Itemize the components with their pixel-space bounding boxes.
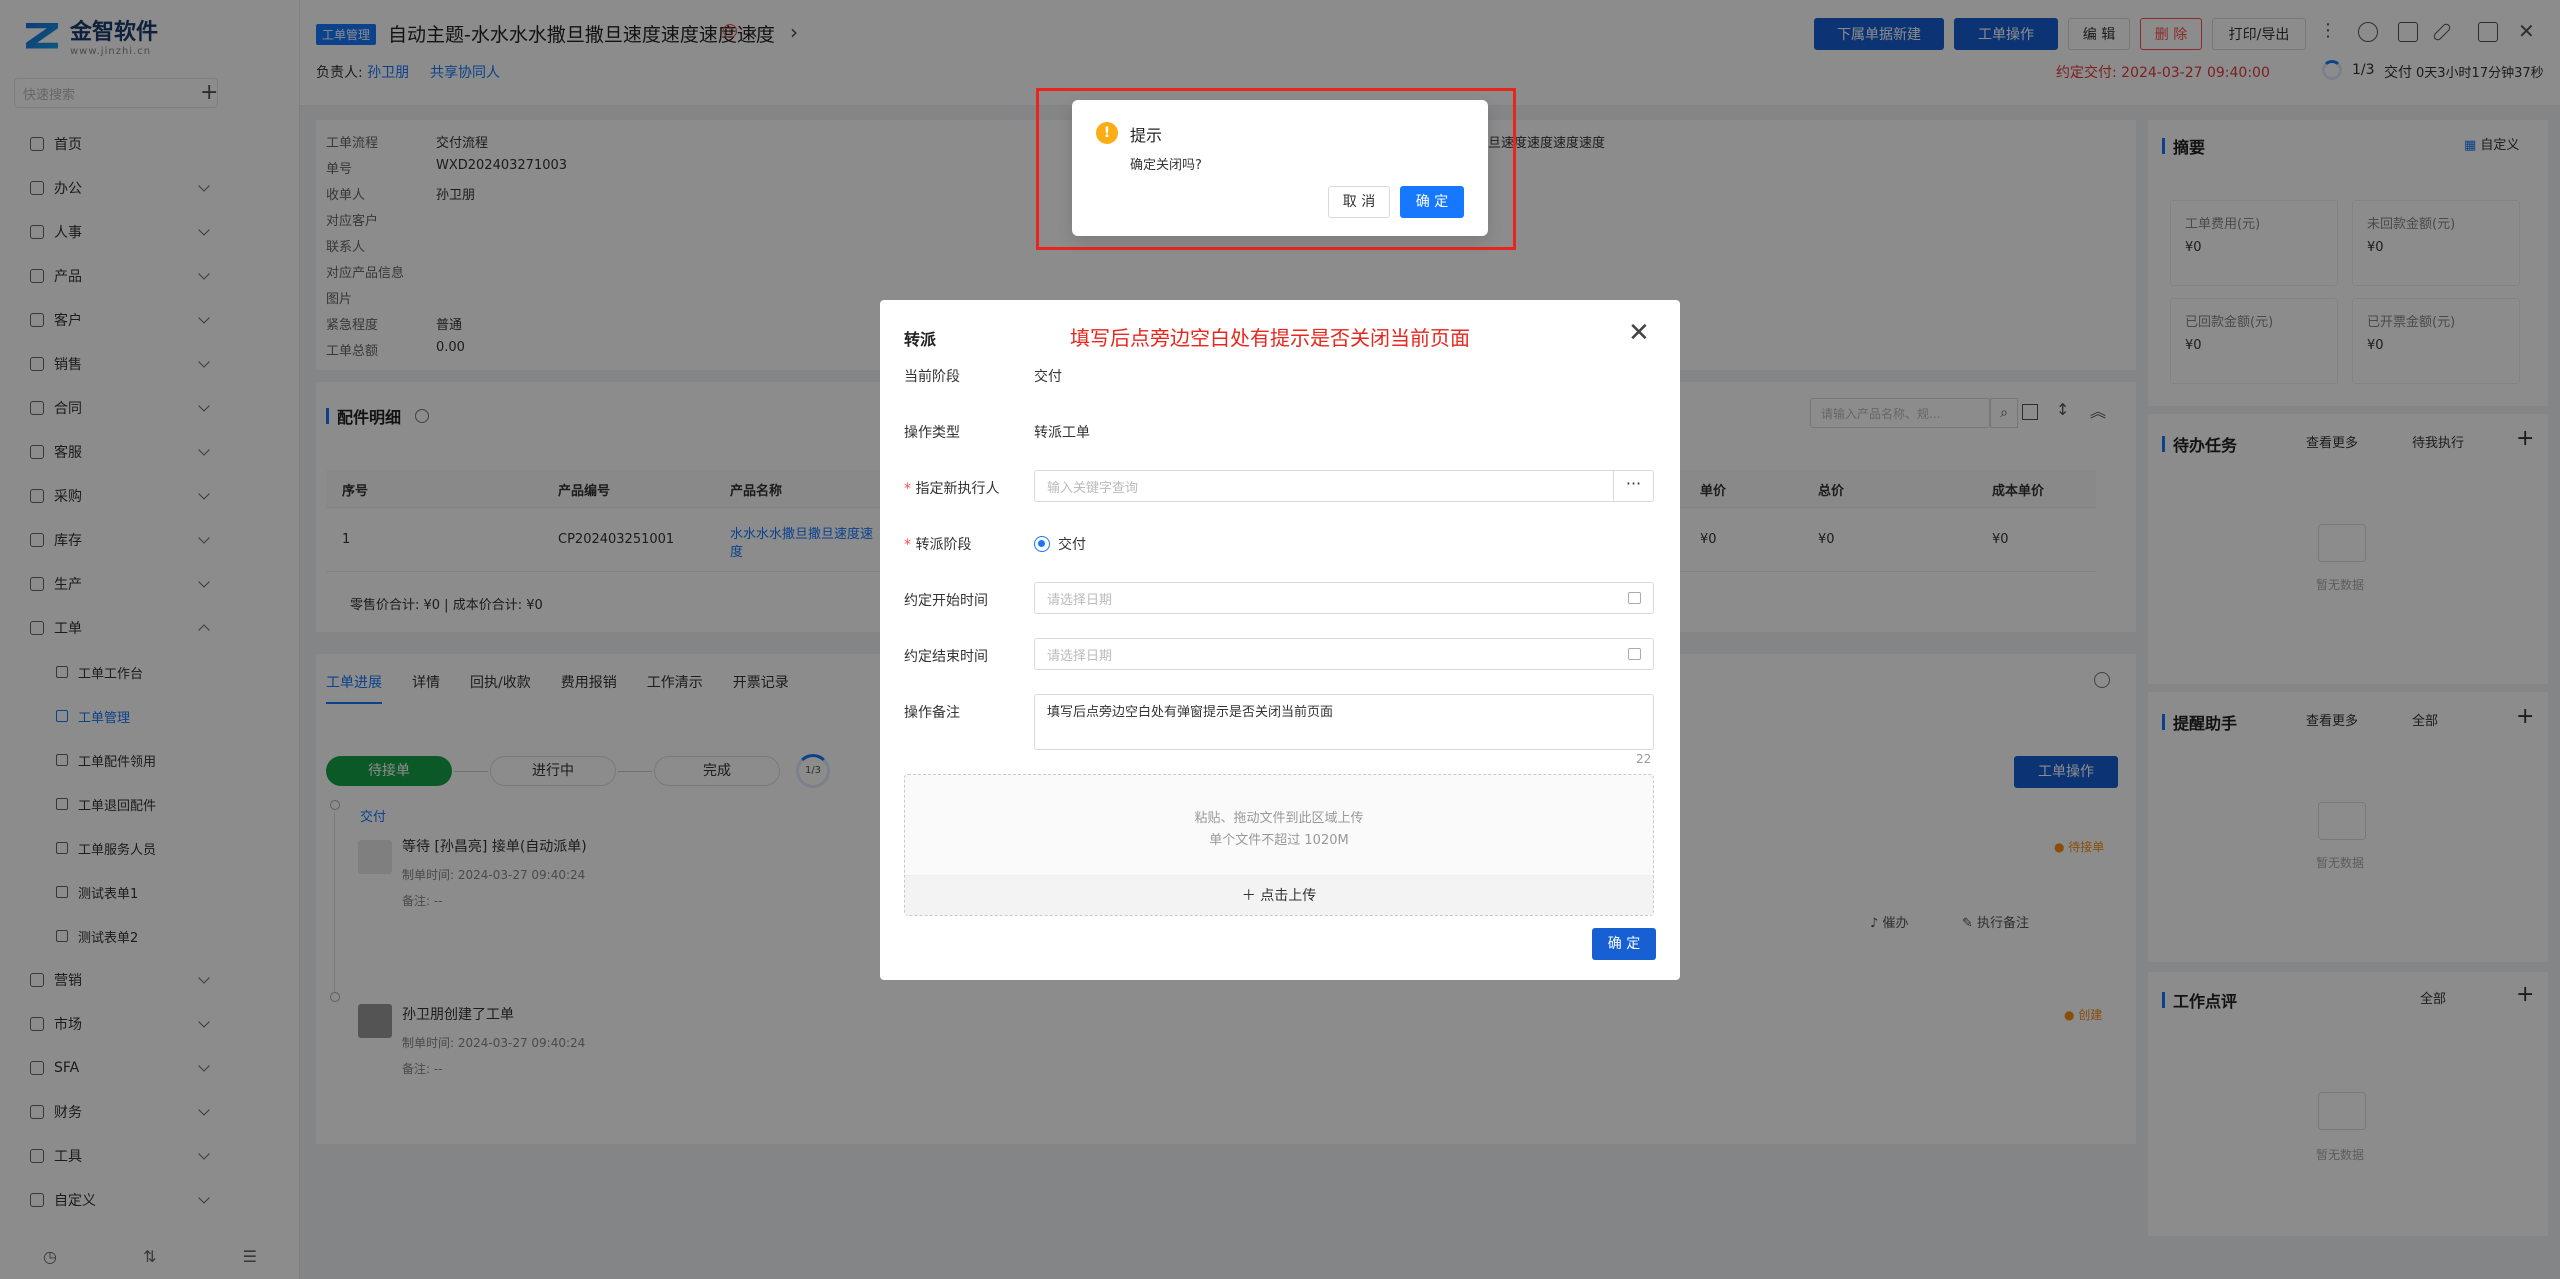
confirm-popup: ! 提示 确定关闭吗? 取 消 确 定	[1072, 100, 1488, 236]
note-label: 操作备注	[904, 705, 960, 721]
stage-value: 交付	[1034, 369, 1062, 385]
start-time-label: 约定开始时间	[904, 593, 988, 609]
transfer-dialog: 转派 填写后点旁边空白处有提示是否关闭当前页面 ✕ 当前阶段 交付 操作类型 转…	[880, 300, 1680, 980]
app-root: 金智软件 www.jinzhi.cn 快速搜索 + 首页 办公 人事 产品 客户…	[0, 0, 2560, 1279]
end-date-picker[interactable]: 请选择日期	[1034, 638, 1654, 670]
stage-radio[interactable]	[1034, 536, 1050, 552]
start-date-placeholder: 请选择日期	[1047, 592, 1113, 608]
start-date-picker[interactable]: 请选择日期	[1034, 582, 1654, 614]
op-type-value: 转派工单	[1034, 425, 1090, 441]
executor-input[interactable]: 输入关键字查询 ···	[1034, 470, 1654, 502]
warning-icon: !	[1096, 122, 1118, 144]
confirm-title: 提示	[1130, 126, 1163, 145]
op-type-label: 操作类型	[904, 425, 960, 441]
end-time-label: 约定结束时间	[904, 649, 988, 665]
upload-hint: 粘贴、拖动文件到此区域上传	[1194, 811, 1364, 826]
note-textarea[interactable]: 填写后点旁边空白处有弹窗提示是否关闭当前页面	[1034, 694, 1654, 750]
dialog-title: 转派	[904, 330, 937, 349]
annotation-text: 填写后点旁边空白处有提示是否关闭当前页面	[1070, 326, 1470, 350]
executor-label: 指定新执行人	[904, 478, 999, 498]
calendar-icon	[1628, 592, 1641, 604]
end-date-placeholder: 请选择日期	[1047, 648, 1113, 664]
dialog-confirm-button[interactable]: 确 定	[1592, 928, 1656, 960]
note-char-count: 22	[1636, 752, 1652, 766]
close-icon[interactable]: ✕	[1628, 318, 1650, 348]
cancel-button[interactable]: 取 消	[1328, 186, 1390, 218]
executor-placeholder: 输入关键字查询	[1047, 480, 1139, 496]
upload-dropzone[interactable]: 粘贴、拖动文件到此区域上传 单个文件不超过 1020M ＋ 点击上传	[904, 774, 1654, 916]
ok-button[interactable]: 确 定	[1400, 186, 1464, 218]
stage-radio-label[interactable]: 交付	[1058, 534, 1086, 554]
calendar-icon	[1628, 648, 1641, 660]
select-more-button[interactable]: ···	[1613, 471, 1653, 501]
to-stage-label: 转派阶段	[904, 534, 971, 554]
upload-limit: 单个文件不超过 1020M	[1209, 833, 1349, 848]
confirm-message: 确定关闭吗?	[1130, 158, 1202, 173]
upload-button[interactable]: ＋ 点击上传	[905, 875, 1653, 915]
stage-label: 当前阶段	[904, 369, 960, 385]
